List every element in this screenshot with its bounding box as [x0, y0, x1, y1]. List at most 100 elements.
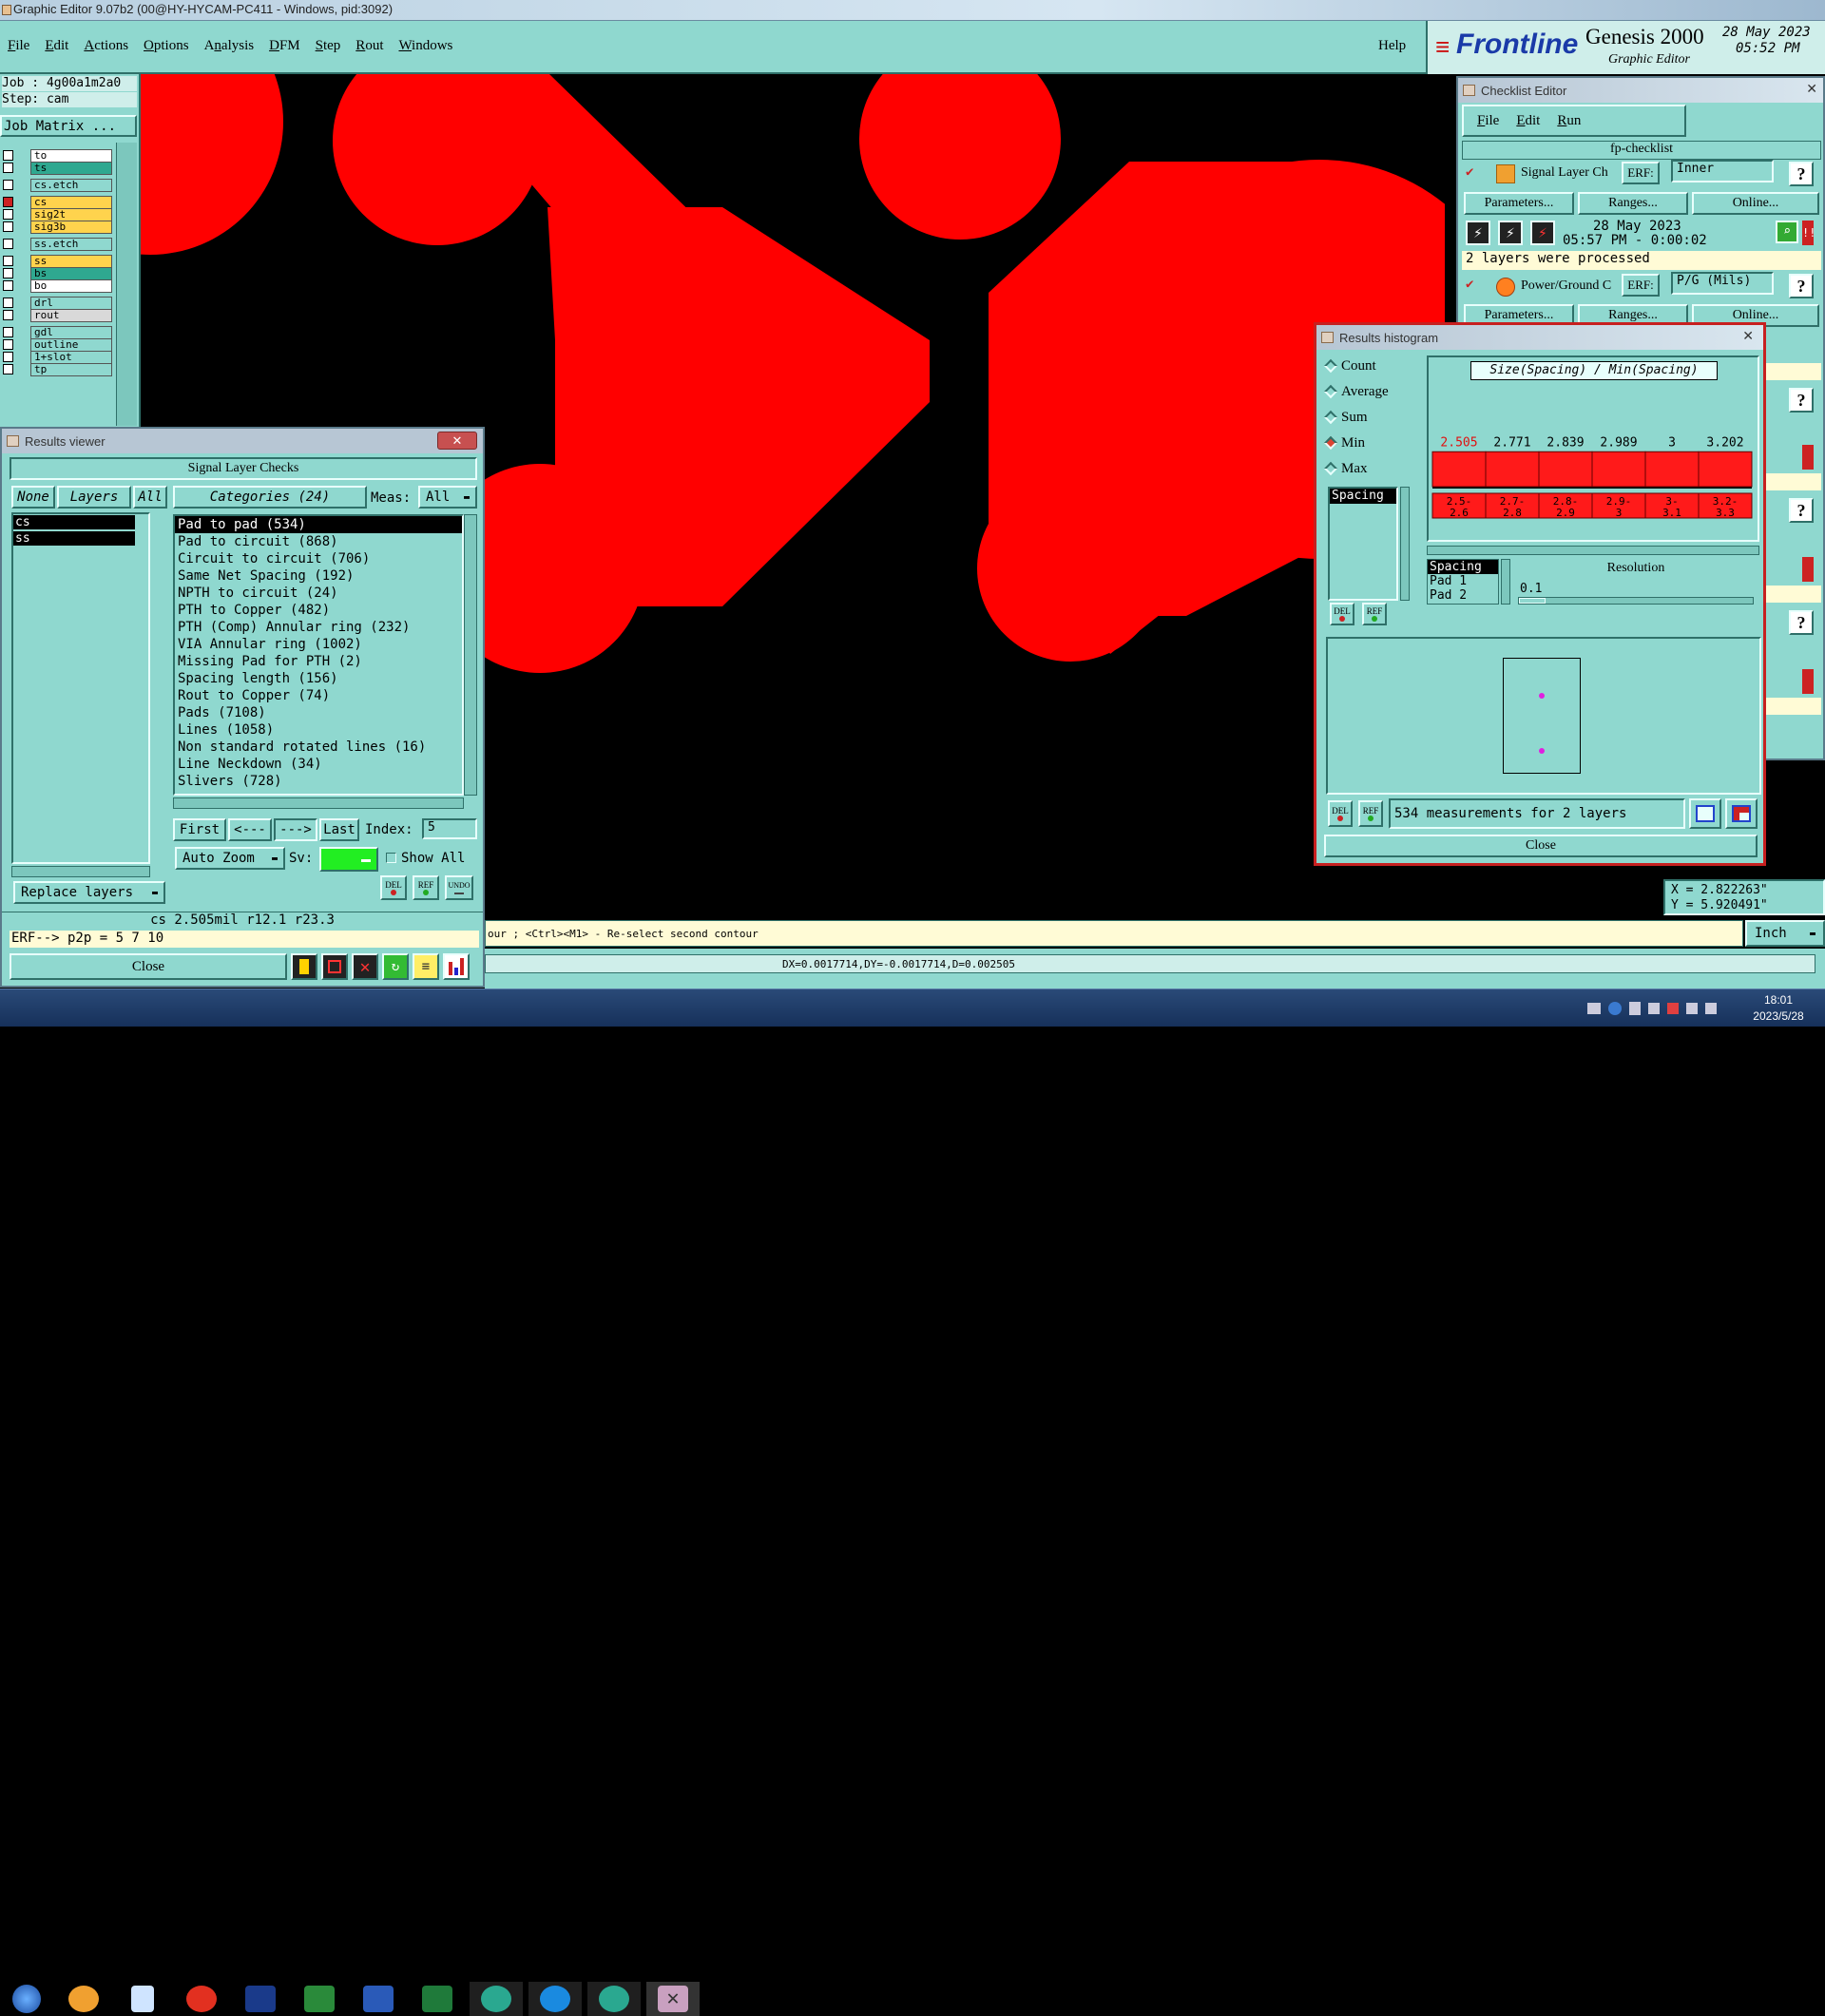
flag-icon[interactable] — [1667, 1003, 1679, 1014]
detail-vscroll[interactable] — [1501, 559, 1510, 605]
layer-row[interactable]: sig3b — [0, 220, 112, 234]
menu-windows[interactable]: Windows — [398, 38, 452, 54]
taskbar-app[interactable] — [411, 1982, 464, 2016]
menu-actions[interactable]: Actions — [84, 38, 128, 54]
histogram-list-vscroll[interactable] — [1400, 487, 1410, 601]
layer-checkbox[interactable] — [3, 256, 13, 266]
preview-ref-button[interactable]: REF — [1358, 800, 1383, 827]
tool-icon-4[interactable]: ↻ — [382, 953, 409, 980]
radio-icon[interactable] — [1323, 358, 1338, 374]
layer-name[interactable]: sig3b — [30, 220, 112, 234]
close-icon[interactable]: ✕ — [1742, 328, 1754, 344]
slider-thumb[interactable] — [1519, 598, 1546, 604]
network-icon[interactable] — [1705, 1003, 1717, 1014]
sv-color-select[interactable]: ▬ — [319, 847, 378, 872]
layer-checkbox[interactable] — [3, 163, 13, 173]
layer-checkbox[interactable] — [3, 280, 13, 291]
category-item[interactable]: PTH to Copper (482) — [175, 602, 462, 619]
clock[interactable]: 18:01 2023/5/28 — [1736, 992, 1821, 1025]
histogram-bar[interactable] — [1431, 451, 1487, 488]
taskbar-app[interactable] — [293, 1982, 346, 2016]
category-item[interactable]: Rout to Copper (74) — [175, 687, 462, 704]
menu-options[interactable]: Options — [144, 38, 189, 54]
category-list[interactable]: Pad to pad (534) Pad to circuit (868) Circ… — [173, 514, 464, 796]
layer-checkbox[interactable] — [3, 352, 13, 362]
last-button[interactable]: Last — [319, 818, 359, 841]
help-button[interactable]: ? — [1789, 498, 1814, 523]
menu-analysis[interactable]: Analysis — [204, 38, 255, 54]
checklist-menu-edit[interactable]: Edit — [1516, 113, 1540, 129]
prev-result-icon[interactable] — [1689, 798, 1721, 829]
category-vscroll[interactable] — [464, 514, 477, 796]
layer-checkbox[interactable] — [3, 268, 13, 278]
tray-icon[interactable] — [1648, 1003, 1660, 1014]
layer-checkbox[interactable] — [3, 239, 13, 249]
histogram-list-item[interactable]: Spacing — [1330, 489, 1396, 504]
layer-checkbox[interactable] — [3, 327, 13, 337]
histogram-bar[interactable] — [1698, 451, 1753, 488]
radio-icon[interactable] — [1323, 461, 1338, 476]
taskbar-app[interactable] — [57, 1982, 110, 2016]
tool-icon-3[interactable]: ✕ — [352, 953, 378, 980]
menu-step[interactable]: Step — [316, 38, 341, 54]
resolution-slider[interactable] — [1518, 597, 1754, 605]
histogram-bar[interactable] — [1485, 451, 1540, 488]
layer-checkbox[interactable] — [3, 221, 13, 232]
show-all-checkbox[interactable] — [386, 853, 396, 863]
taskbar-app[interactable] — [470, 1982, 523, 2016]
tray-icon[interactable] — [1587, 1003, 1601, 1014]
layer-row[interactable]: cs.etch — [0, 178, 112, 192]
category-item[interactable]: Missing Pad for PTH (2) — [175, 653, 462, 670]
categories-button[interactable]: Categories (24) — [173, 486, 367, 509]
job-matrix-button[interactable]: Job Matrix ... — [0, 115, 137, 137]
checklist-titlebar[interactable]: Checklist Editor ✕ — [1458, 78, 1823, 103]
tool-icon-5[interactable]: ≡ — [413, 953, 439, 980]
histogram-option[interactable]: Max — [1323, 458, 1368, 479]
menu-rout[interactable]: Rout — [355, 38, 383, 54]
category-item[interactable]: Pad to pad (534) — [175, 516, 462, 533]
radio-icon[interactable] — [1323, 435, 1338, 451]
run-icon[interactable]: ⚡ — [1498, 221, 1523, 245]
row1-checkbox[interactable]: ✔ — [1466, 165, 1479, 179]
results-viewer-titlebar[interactable]: Results viewer ✕ — [2, 429, 483, 453]
row2-checkbox[interactable]: ✔ — [1466, 278, 1479, 291]
taskbar-app[interactable] — [234, 1982, 287, 2016]
replace-layers-select[interactable]: Replace layers ▬ — [13, 881, 165, 904]
taskbar-app[interactable] — [528, 1982, 582, 2016]
layer-checkbox[interactable] — [3, 197, 13, 207]
prev-button[interactable]: <--- — [228, 818, 272, 841]
row1-online-button[interactable]: Online... — [1692, 192, 1819, 215]
close-icon[interactable]: ✕ — [1806, 81, 1817, 97]
category-item[interactable]: Pads (7108) — [175, 704, 462, 721]
histogram-bar[interactable] — [1591, 451, 1646, 488]
row1-ranges-button[interactable]: Ranges... — [1578, 192, 1688, 215]
results-close-button[interactable]: Close — [10, 953, 287, 980]
layer-scrollbar[interactable] — [116, 143, 137, 426]
layer-checkbox[interactable] — [3, 339, 13, 350]
histogram-option[interactable]: Count — [1323, 355, 1376, 376]
layer-name[interactable]: tp — [30, 362, 112, 376]
layer-checkbox[interactable] — [3, 180, 13, 190]
layer-list-hscroll[interactable] — [11, 866, 150, 877]
histogram-option[interactable]: Average — [1323, 381, 1389, 402]
radio-icon[interactable] — [1323, 384, 1338, 399]
results-layer-item[interactable]: cs — [13, 515, 135, 529]
help-tray-icon[interactable] — [1608, 1002, 1622, 1015]
radio-icon[interactable] — [1323, 410, 1338, 425]
tool-icon-6[interactable] — [443, 953, 470, 980]
category-item[interactable]: VIA Annular ring (1002) — [175, 636, 462, 653]
preview-del-button[interactable]: DEL — [1328, 800, 1353, 827]
results-layer-item[interactable]: ss — [13, 531, 135, 546]
results-layer-list[interactable]: cs ss — [11, 512, 150, 864]
menu-dfm[interactable]: DFM — [269, 38, 300, 54]
histogram-del-button[interactable]: DEL — [1330, 603, 1354, 625]
taskbar-app[interactable]: ✕ — [646, 1982, 700, 2016]
taskbar-app[interactable] — [352, 1982, 405, 2016]
layer-name[interactable]: ss.etch — [30, 237, 112, 251]
histogram-ref-button[interactable]: REF — [1362, 603, 1387, 625]
category-hscroll[interactable] — [173, 797, 464, 809]
run-icon[interactable]: ⚡ — [1530, 221, 1555, 245]
category-item[interactable]: Same Net Spacing (192) — [175, 567, 462, 585]
category-item[interactable]: Lines (1058) — [175, 721, 462, 739]
taskbar-app[interactable] — [587, 1982, 641, 2016]
